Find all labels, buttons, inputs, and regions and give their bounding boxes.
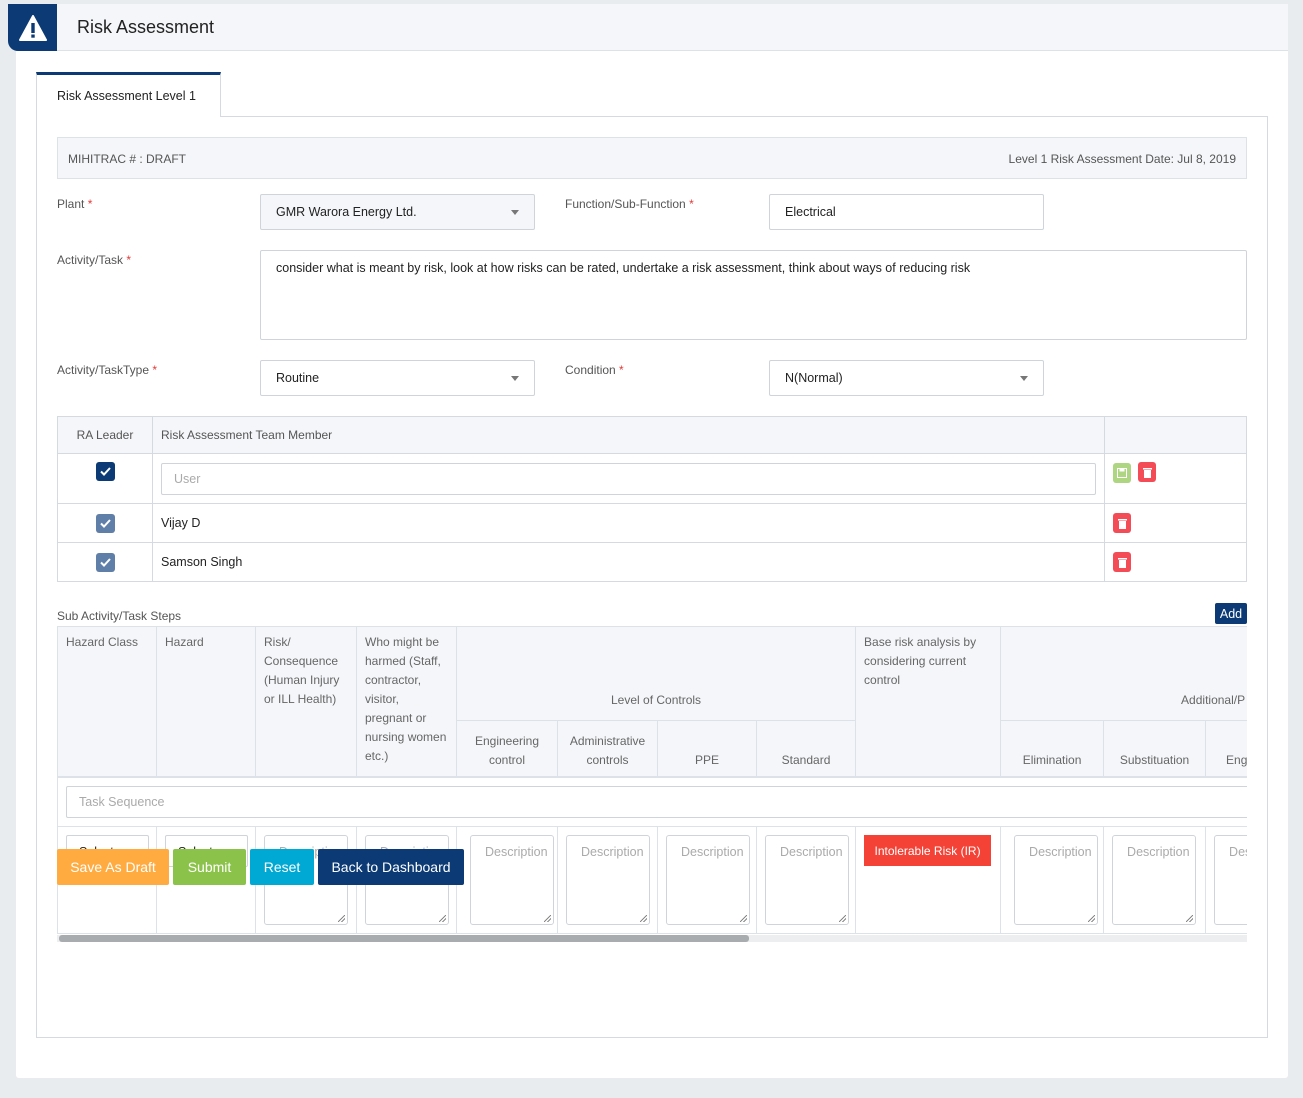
delete-button[interactable] (1138, 462, 1156, 482)
steps-table-scroll: Hazard Class Hazard Risk/ Consequence (H… (57, 626, 1247, 942)
col-level-of-controls: Level of Controls (455, 626, 857, 721)
main-card: Risk Assessment Risk Assessment Level 1 … (8, 4, 1288, 1078)
col-who: Who might be harmed (Staff, contractor, … (356, 626, 457, 777)
col-hazard-class: Hazard Class (57, 626, 157, 777)
activity-label: Activity/Task * (57, 253, 132, 267)
trash-icon (1142, 467, 1152, 478)
task-type-label: Activity/TaskType * (57, 363, 158, 377)
tab-risk-assessment-level-1[interactable]: Risk Assessment Level 1 (36, 72, 221, 117)
scrollbar-thumb[interactable] (59, 935, 750, 942)
function-input[interactable]: Electrical (769, 194, 1044, 230)
mihitrac-number: MIHITRAC # : DRAFT (68, 152, 187, 166)
trash-icon (1117, 557, 1127, 568)
condition-label: Condition * (565, 363, 624, 377)
administrative-textarea[interactable]: Description (566, 835, 650, 925)
col-ppe: PPE (657, 720, 757, 777)
col-additional: Additional/P (1000, 626, 1247, 721)
risk-badge[interactable]: Intolerable Risk (IR) (864, 835, 992, 866)
col-engineering-additional: Engineering control (1205, 720, 1247, 777)
member-name: Vijay D (152, 503, 1105, 543)
trash-icon (1117, 518, 1127, 529)
delete-button[interactable] (1113, 552, 1131, 572)
substitution-textarea[interactable]: Description (1112, 835, 1197, 925)
standard-textarea[interactable]: Description (765, 835, 849, 925)
col-team-member: Risk Assessment Team Member (152, 416, 1105, 454)
info-bar: MIHITRAC # : DRAFT Level 1 Risk Assessme… (57, 137, 1247, 179)
col-risk: Risk/ Consequence (Human Injury or ILL H… (255, 626, 357, 777)
leader-checkbox[interactable] (95, 552, 115, 572)
assessment-date: Level 1 Risk Assessment Date: Jul 8, 201… (1008, 152, 1236, 166)
col-standard: Standard (755, 720, 857, 777)
col-engineering: Engineering control (456, 720, 558, 777)
col-administrative: Administrative controls (557, 720, 658, 777)
col-substitution: Substituation (1103, 720, 1207, 777)
page-header: Risk Assessment (8, 4, 1288, 51)
ppe-textarea[interactable]: Description (666, 835, 750, 925)
plant-select[interactable]: GMR Warora Energy Ltd. (260, 194, 535, 230)
task-sequence-input[interactable]: Task Sequence (66, 785, 1247, 818)
chevron-down-icon (1020, 376, 1028, 381)
chevron-down-icon (511, 376, 519, 381)
back-to-dashboard-button[interactable]: Back to Dashboard (318, 849, 464, 885)
submit-button[interactable]: Submit (173, 849, 246, 885)
delete-button[interactable] (1113, 513, 1131, 533)
add-step-button[interactable]: Add (1215, 603, 1247, 624)
engineering-textarea[interactable]: Description (470, 835, 554, 925)
engineering-additional-textarea[interactable]: Description (1214, 835, 1247, 925)
steps-table: Hazard Class Hazard Risk/ Consequence (H… (57, 626, 1247, 934)
col-base-risk: Base risk analysis by considering curren… (855, 626, 1002, 777)
team-table: RA Leader Risk Assessment Team Member Us… (57, 416, 1247, 582)
horizontal-scrollbar[interactable] (57, 935, 1247, 942)
col-elimination: Elimination (1000, 720, 1105, 777)
function-label: Function/Sub-Function * (565, 197, 694, 211)
col-hazard: Hazard (156, 626, 256, 777)
plant-label: Plant * (57, 197, 93, 211)
leader-checkbox[interactable] (95, 513, 115, 533)
reset-button[interactable]: Reset (250, 849, 314, 885)
warning-icon (8, 4, 57, 51)
table-row: User (57, 453, 1247, 504)
user-input[interactable]: User (161, 462, 1096, 495)
table-row: Samson Singh (57, 542, 1247, 582)
activity-textarea[interactable]: consider what is meant by risk, look at … (260, 250, 1247, 340)
save-draft-button[interactable]: Save As Draft (57, 849, 169, 885)
chevron-down-icon (511, 210, 519, 215)
task-type-select[interactable]: Routine (260, 360, 535, 396)
elimination-textarea[interactable]: Description (1014, 835, 1099, 925)
member-name: Samson Singh (152, 542, 1105, 582)
page-title: Risk Assessment (77, 17, 215, 37)
tab-panel: MIHITRAC # : DRAFT Level 1 Risk Assessme… (36, 116, 1268, 1038)
save-icon (1117, 467, 1127, 478)
save-button[interactable] (1113, 462, 1131, 483)
table-row: Vijay D (57, 503, 1247, 543)
condition-select[interactable]: N(Normal) (769, 360, 1044, 396)
col-ra-leader: RA Leader (57, 416, 153, 454)
leader-checkbox[interactable] (95, 462, 115, 481)
steps-title: Sub Activity/Task Steps (57, 609, 182, 623)
